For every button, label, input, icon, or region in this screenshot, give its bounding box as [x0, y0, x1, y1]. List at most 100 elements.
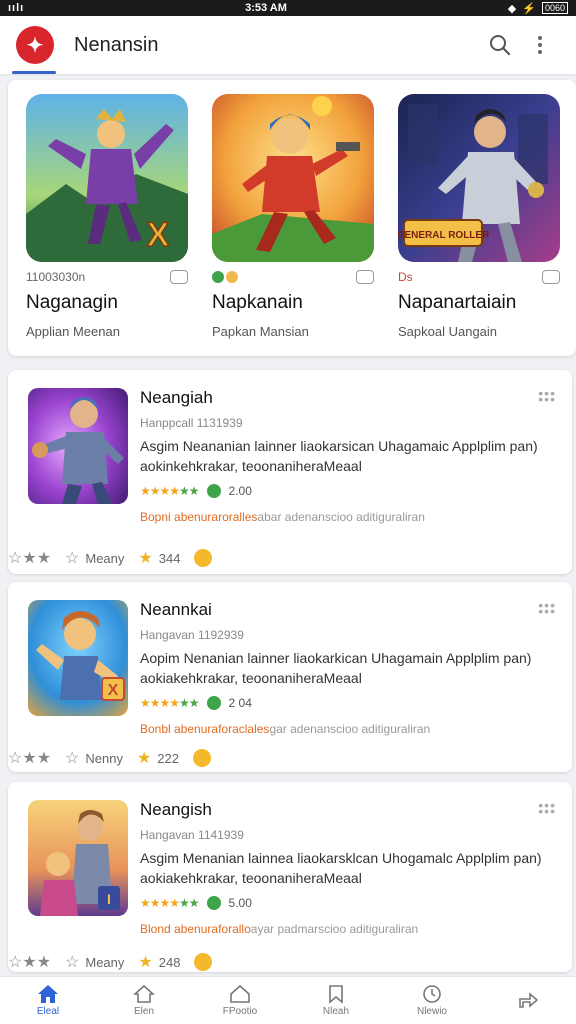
- featured-thumbnail[interactable]: X: [26, 94, 188, 262]
- featured-name: Napanartaiain: [398, 292, 517, 313]
- star-icon: ★: [138, 550, 153, 567]
- list-title[interactable]: Neannkai: [140, 600, 556, 620]
- bookmark-icon: [329, 985, 343, 1004]
- featured-meta: [212, 270, 374, 284]
- rate-action[interactable]: ☆★★: [8, 548, 51, 568]
- star-outline-icon: ☆★★: [8, 750, 52, 767]
- list-thumbnail[interactable]: X: [28, 600, 128, 716]
- star-rating-icon: ★★★★★★: [140, 696, 200, 710]
- app-title: Nenansin: [74, 33, 159, 56]
- list-actions: ☆★★ ☆ Meany ★ 344: [0, 548, 213, 568]
- nav-item-5[interactable]: Nlewio: [384, 977, 480, 1024]
- list-meta: Hanppcall 1131939: [140, 416, 243, 430]
- emoji-icon[interactable]: [194, 953, 213, 971]
- list-description: Aopim Nenanian lainner liaokarkican Uhag…: [140, 650, 532, 686]
- featured-card: X 11003030n Naganagin Applian Meenan Nap…: [8, 80, 576, 356]
- list-item[interactable]: Neangiah Hanppcall 1131939 Asgim Neanani…: [8, 370, 572, 574]
- emoji-icon[interactable]: [194, 549, 213, 567]
- star-outline-icon: ☆: [65, 750, 80, 767]
- star-outline-icon: ☆: [65, 954, 80, 971]
- rating-value: 2 04: [228, 696, 252, 710]
- featured-subtitle: Papkan Mansian: [212, 324, 309, 339]
- bottom-nav: Eleal Elen FPootio Nleah Nlewio: [0, 976, 576, 1024]
- list-item[interactable]: I Neangish Hangavan 1141939 Asgim Menani…: [8, 782, 572, 972]
- clock-icon: [423, 985, 441, 1003]
- rate-action[interactable]: ☆★★: [8, 748, 51, 768]
- mini-icon: [170, 270, 188, 284]
- featured-thumbnail[interactable]: GENERAL ROLLER: [398, 94, 560, 262]
- badges: [212, 271, 238, 283]
- app-bar: ✦ Nenansin: [0, 16, 576, 74]
- star-count[interactable]: ★ 344: [138, 548, 180, 568]
- star-count[interactable]: ★ 248: [138, 952, 180, 972]
- rating-row: ★★★★★★ 2.00: [140, 484, 556, 498]
- list-title[interactable]: Neangish: [140, 800, 556, 820]
- app-logo[interactable]: ✦: [16, 26, 54, 64]
- emoji-icon[interactable]: [193, 749, 211, 767]
- status-time: 3:53 AM: [245, 2, 287, 14]
- nav-item-4[interactable]: Nleah: [288, 977, 384, 1024]
- list-tag: Bonbl abenuraforaclalesgar adenanscioo a…: [140, 722, 431, 736]
- nav-item-6[interactable]: [480, 977, 576, 1024]
- star-icon: ★: [138, 954, 153, 971]
- featured-item[interactable]: GENERAL ROLLER Ds Napanartaiain Sapkoal …: [398, 94, 560, 356]
- favorite-action[interactable]: ☆ Meany: [65, 548, 124, 568]
- list-title[interactable]: Neangiah: [140, 388, 556, 408]
- leaf-icon: [206, 696, 221, 710]
- list-body: Neangiah Hanppcall 1131939 Asgim Neanani…: [140, 388, 556, 524]
- featured-meta-text: Ds: [398, 270, 413, 284]
- list-thumbnail[interactable]: [28, 388, 128, 504]
- svg-text:X: X: [108, 682, 119, 699]
- share-icon: [519, 991, 539, 1008]
- list-actions: ☆★★ ☆ Nenny ★ 222: [0, 748, 211, 768]
- rating-row: ★★★★★★ 2 04: [140, 696, 556, 710]
- rate-action[interactable]: ☆★★: [8, 952, 51, 972]
- star-rating-icon: ★★★★★★: [140, 896, 200, 910]
- featured-subtitle: Sapkoal Uangain: [398, 324, 498, 339]
- featured-thumbnail[interactable]: [212, 94, 374, 262]
- star-count[interactable]: ★ 222: [137, 748, 179, 768]
- signal-icon: ıılı: [8, 2, 25, 14]
- favorite-action[interactable]: ☆ Meany: [65, 952, 124, 972]
- nav-item-home[interactable]: Eleal: [0, 977, 96, 1024]
- featured-badge: GENERAL ROLLER: [398, 230, 490, 241]
- tab-indicator: [12, 71, 56, 74]
- more-horiz-icon[interactable]: ••• •••: [538, 598, 556, 618]
- rating-value: 5.00: [228, 896, 252, 910]
- house-outline-icon: [133, 984, 155, 1003]
- featured-name: Napkanain: [212, 292, 303, 313]
- nav-item-3[interactable]: FPootio: [192, 977, 288, 1024]
- more-vert-icon[interactable]: [520, 25, 560, 65]
- mini-icon: [356, 270, 374, 284]
- more-horiz-icon[interactable]: ••• •••: [538, 798, 556, 818]
- more-horiz-icon[interactable]: ••• •••: [538, 386, 556, 406]
- home-icon: [38, 985, 58, 1003]
- list-meta: Hangavan 1192939: [140, 628, 244, 642]
- status-bar: ıılı 3:53 AM ◆ ⚡ 0060: [0, 0, 576, 16]
- featured-item[interactable]: Napkanain Papkan Mansian: [212, 94, 374, 356]
- wifi-icon: ◆: [507, 2, 517, 15]
- leaf-icon: [206, 484, 221, 498]
- mini-icon: [542, 270, 560, 284]
- battery-icon: 0060: [541, 2, 568, 14]
- home-alt-icon: [230, 984, 250, 1003]
- status-right: ◆ ⚡ 0060: [508, 2, 568, 15]
- featured-meta: Ds: [398, 270, 560, 284]
- featured-item[interactable]: X 11003030n Naganagin Applian Meenan: [26, 94, 188, 356]
- featured-subtitle: Applian Meenan: [26, 324, 120, 339]
- star-outline-icon: ☆: [65, 550, 80, 567]
- list-description: Asgim Menanian lainnea liaokarsklcan Uho…: [140, 850, 542, 886]
- star-rating-icon: ★★★★★★: [140, 484, 200, 498]
- rating-row: ★★★★★★ 5.00: [140, 896, 556, 910]
- nav-item-2[interactable]: Elen: [96, 977, 192, 1024]
- featured-meta: 11003030n: [26, 270, 188, 284]
- list-actions: ☆★★ ☆ Meany ★ 248: [0, 952, 213, 972]
- list-thumbnail[interactable]: I: [28, 800, 128, 916]
- favorite-action[interactable]: ☆ Nenny: [65, 748, 123, 768]
- list-item[interactable]: X Neannkai Hangavan 1192939 Aopim Nenani…: [8, 582, 572, 772]
- list-body: Neannkai Hangavan 1192939 Aopim Nenanian…: [140, 600, 556, 736]
- svg-text:I: I: [107, 891, 111, 907]
- search-icon[interactable]: [480, 25, 520, 65]
- list-tag: Blond abenuraforalloayar padmarscioo adi…: [140, 922, 419, 936]
- list-tag: Bopni abenurarorallesabar adenanscioo ad…: [140, 510, 425, 524]
